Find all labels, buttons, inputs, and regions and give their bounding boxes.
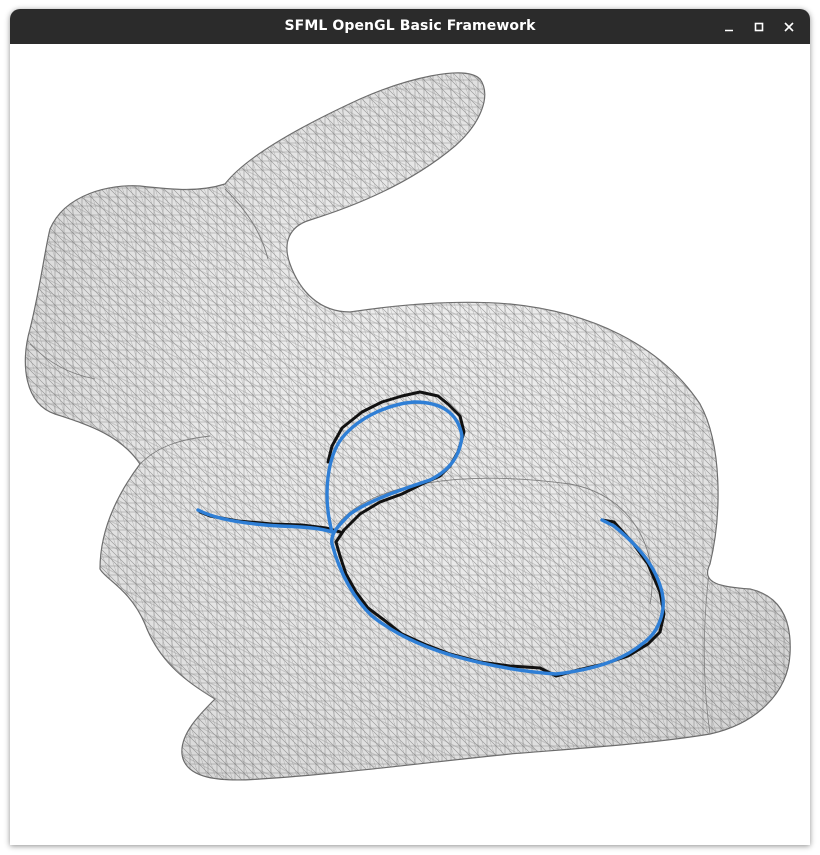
minimize-icon xyxy=(725,29,733,31)
maximize-icon xyxy=(754,22,764,31)
render-canvas[interactable] xyxy=(10,44,810,845)
app-window: SFML OpenGL Basic Framework xyxy=(10,9,810,845)
title-bar[interactable]: SFML OpenGL Basic Framework xyxy=(10,9,810,44)
bunny-mesh xyxy=(24,72,791,781)
close-icon xyxy=(784,21,794,32)
minimize-button[interactable] xyxy=(714,9,744,44)
opengl-viewport[interactable] xyxy=(10,44,810,845)
close-button[interactable] xyxy=(774,9,804,44)
window-controls xyxy=(714,9,804,44)
maximize-button[interactable] xyxy=(744,9,774,44)
window-title: SFML OpenGL Basic Framework xyxy=(284,18,536,34)
